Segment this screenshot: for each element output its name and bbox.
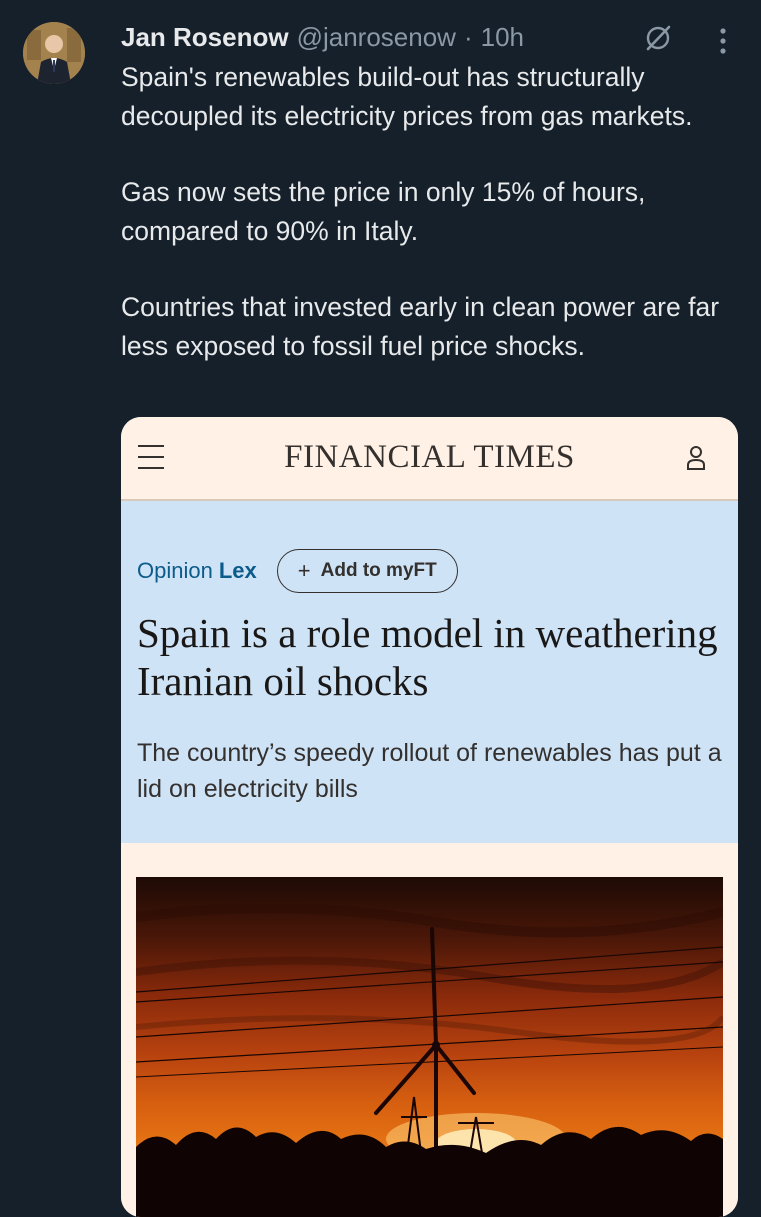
sunset-wind-turbine-photo [136,877,723,1217]
header-separator: · [463,22,473,52]
plus-icon: + [297,558,311,583]
tweet-header: Jan Rosenow @janrosenow · 10h [121,22,524,54]
add-to-myft-label: Add to myFT [320,560,437,581]
grok-icon[interactable] [642,22,674,54]
person-icon[interactable] [685,445,707,471]
ft-logo[interactable]: FINANCIAL TIMES [121,439,738,476]
article-headline[interactable]: Spain is a role model in weathering Iran… [137,609,727,705]
tweet-paragraph: Gas now sets the price in only 15% of ho… [121,177,646,246]
photo-area [121,843,738,1217]
column-label[interactable]: Lex [219,558,257,584]
section-label[interactable]: Opinion [137,558,213,584]
tweet-text: Spain's renewables build-out has structu… [121,58,751,365]
tweet-paragraph: Spain's renewables build-out has structu… [121,62,693,131]
author-avatar[interactable] [23,22,85,84]
article-hero: Opinion Lex + Add to myFT Spain is a rol… [121,501,738,843]
add-to-myft-button[interactable]: + Add to myFT [276,549,458,593]
tag-row: Opinion Lex + Add to myFT [137,549,458,593]
tweet-paragraph: Countries that invested early in clean p… [121,292,720,361]
article-standfirst: The country’s speedy rollout of renewabl… [137,739,722,803]
more-icon[interactable] [712,26,734,56]
tweet-timestamp[interactable]: 10h [481,22,524,53]
article-card[interactable]: FINANCIAL TIMES Opinion Lex + Add to myF… [121,417,738,1217]
author-handle[interactable]: @janrosenow [297,22,456,53]
avatar-portrait [23,22,85,84]
ft-header: FINANCIAL TIMES [121,417,738,501]
author-name[interactable]: Jan Rosenow [121,22,289,53]
